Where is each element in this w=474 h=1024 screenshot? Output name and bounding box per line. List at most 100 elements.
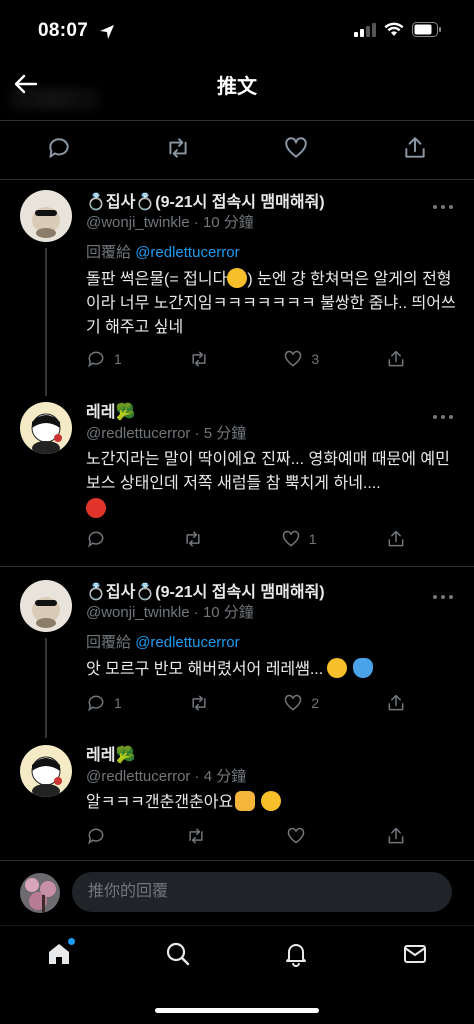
avatar[interactable]	[20, 402, 72, 454]
heart-icon	[285, 136, 307, 158]
flushed-face-emoji	[327, 658, 348, 678]
tweet-text: 알ㅋㅋㅋ갠춘갠춘아요	[86, 791, 456, 815]
more-options-button[interactable]	[432, 197, 454, 209]
wifi-icon	[384, 22, 404, 36]
retweet-icon	[192, 351, 206, 367]
like-button[interactable]	[286, 826, 314, 846]
reply-prefix: 回覆給	[86, 634, 132, 651]
nav-notifications[interactable]	[282, 940, 310, 973]
search-icon	[166, 942, 189, 965]
like-button[interactable]: 2	[283, 693, 319, 713]
reply-context: 回覆給 @redlettucerror	[86, 241, 240, 262]
tweet-text-part: 노간지라는 말이 딱이에요 진짜... 영화예매 때문에 예민보스 상태인데 저…	[86, 451, 450, 492]
retweet-button[interactable]	[183, 529, 211, 549]
handle[interactable]: @redlettucerror	[86, 425, 190, 442]
home-indicator[interactable]	[155, 1008, 319, 1013]
battery-icon	[412, 22, 441, 37]
display-name: 레레🥦	[86, 404, 136, 421]
relieved-face-emoji	[227, 268, 248, 288]
heart-icon	[285, 694, 302, 711]
tweet-meta: @redlettucerror · 5 分鐘	[86, 425, 247, 442]
tweet-text-part: 알ㅋㅋㅋ갠춘갠춘아요	[86, 794, 234, 811]
timestamp[interactable]: 10 分鐘	[203, 604, 254, 621]
tweet-text-part: 앗 모르구 반모 해버렸서어 레레쌤...	[86, 661, 324, 678]
tweet-author[interactable]: 레레🥦	[86, 741, 135, 765]
handle[interactable]: @redlettucerror	[86, 768, 190, 785]
nav-messages[interactable]	[401, 940, 429, 973]
timestamp[interactable]: 4 分鐘	[204, 768, 247, 785]
more-options-button[interactable]	[432, 407, 454, 419]
main-tweet-action-bar	[0, 120, 474, 180]
reply-button[interactable]: 1	[86, 349, 122, 369]
tweet-text: 앗 모르구 반모 해버렸서어 레레쌤...	[86, 658, 456, 682]
timestamp[interactable]: 5 分鐘	[204, 425, 247, 442]
like-button[interactable]: 1	[281, 529, 317, 549]
like-count: 2	[311, 695, 320, 711]
tweet-meta: @wonji_twinkle · 10 分鐘	[86, 214, 254, 231]
reply-button[interactable]	[86, 529, 114, 549]
timestamp[interactable]: 10 分鐘	[203, 214, 254, 231]
reply-button[interactable]	[46, 135, 72, 166]
like-button[interactable]	[283, 135, 309, 166]
retweet-button[interactable]	[189, 693, 217, 713]
heart-icon	[287, 827, 305, 844]
reply-icon	[88, 351, 104, 368]
retweet-button[interactable]	[186, 826, 214, 846]
share-button[interactable]	[386, 529, 406, 549]
share-button[interactable]	[386, 826, 406, 846]
heart-icon	[285, 350, 302, 367]
bottom-nav	[0, 925, 474, 986]
retweet-button[interactable]	[165, 135, 191, 166]
tweet-divider	[0, 860, 474, 861]
share-button[interactable]	[386, 693, 406, 713]
heart-hands-emoji	[235, 791, 256, 811]
engagement-bar: 1 3	[86, 349, 406, 369]
avatar[interactable]	[20, 580, 72, 632]
reply-button[interactable]: 1	[86, 693, 122, 713]
avatar[interactable]	[20, 745, 72, 797]
status-indicators	[354, 22, 442, 37]
retweet-icon	[186, 531, 200, 547]
nav-search[interactable]	[164, 940, 192, 973]
reply-icon	[49, 137, 69, 158]
share-button[interactable]	[386, 349, 406, 369]
mention-link[interactable]: @redlettucerror	[135, 244, 239, 261]
tweet-meta: @wonji_twinkle · 10 分鐘	[86, 604, 254, 621]
display-name: 💍집사💍(9-21시 접속시 맴매해줘)	[86, 194, 325, 211]
like-count: 1	[308, 531, 317, 547]
tweet-meta: @redlettucerror · 4 分鐘	[86, 768, 247, 785]
avatar[interactable]	[20, 190, 72, 242]
reply-icon	[88, 531, 104, 548]
relieved-face-emoji	[261, 791, 282, 811]
my-avatar[interactable]	[20, 873, 60, 913]
handle[interactable]: @wonji_twinkle	[86, 604, 190, 621]
reply-count: 1	[114, 351, 122, 367]
retweet-icon	[189, 828, 203, 844]
thread-line	[45, 248, 47, 396]
retweet-button[interactable]	[189, 349, 217, 369]
share-icon	[388, 350, 404, 367]
share-icon	[388, 827, 404, 844]
more-options-button[interactable]	[432, 587, 454, 599]
page-title: 推文	[217, 76, 257, 98]
engagement-bar: 1 2	[86, 693, 406, 713]
handle[interactable]: @wonji_twinkle	[86, 214, 190, 231]
engagement-bar: 1	[86, 529, 406, 549]
tweet-text-part: 돌판 썩은물(= 접니다	[86, 271, 228, 288]
reply-button[interactable]	[86, 826, 114, 846]
like-button[interactable]: 3	[283, 349, 319, 369]
display-name: 💍집사💍(9-21시 접속시 맴매해줘)	[86, 584, 325, 601]
mention-link[interactable]: @redlettucerror	[135, 634, 239, 651]
reply-context: 回覆給 @redlettucerror	[86, 631, 240, 652]
share-button[interactable]	[402, 135, 428, 166]
nav-home[interactable]	[45, 937, 76, 973]
reply-input[interactable]: 推你的回覆	[72, 872, 452, 912]
tweet-divider	[0, 566, 474, 567]
tweet-text: 노간지라는 말이 딱이에요 진짜... 영화예매 때문에 예민보스 상태인데 저…	[86, 448, 456, 522]
engagement-bar	[86, 826, 406, 846]
signal-icon	[354, 22, 376, 37]
bell-icon	[286, 943, 307, 967]
tweet-author[interactable]: 💍집사💍(9-21시 접속시 맴매해줘)	[86, 188, 325, 212]
tweet-author[interactable]: 💍집사💍(9-21시 접속시 맴매해줘)	[86, 578, 325, 602]
tweet-author[interactable]: 레레🥦	[86, 398, 135, 422]
